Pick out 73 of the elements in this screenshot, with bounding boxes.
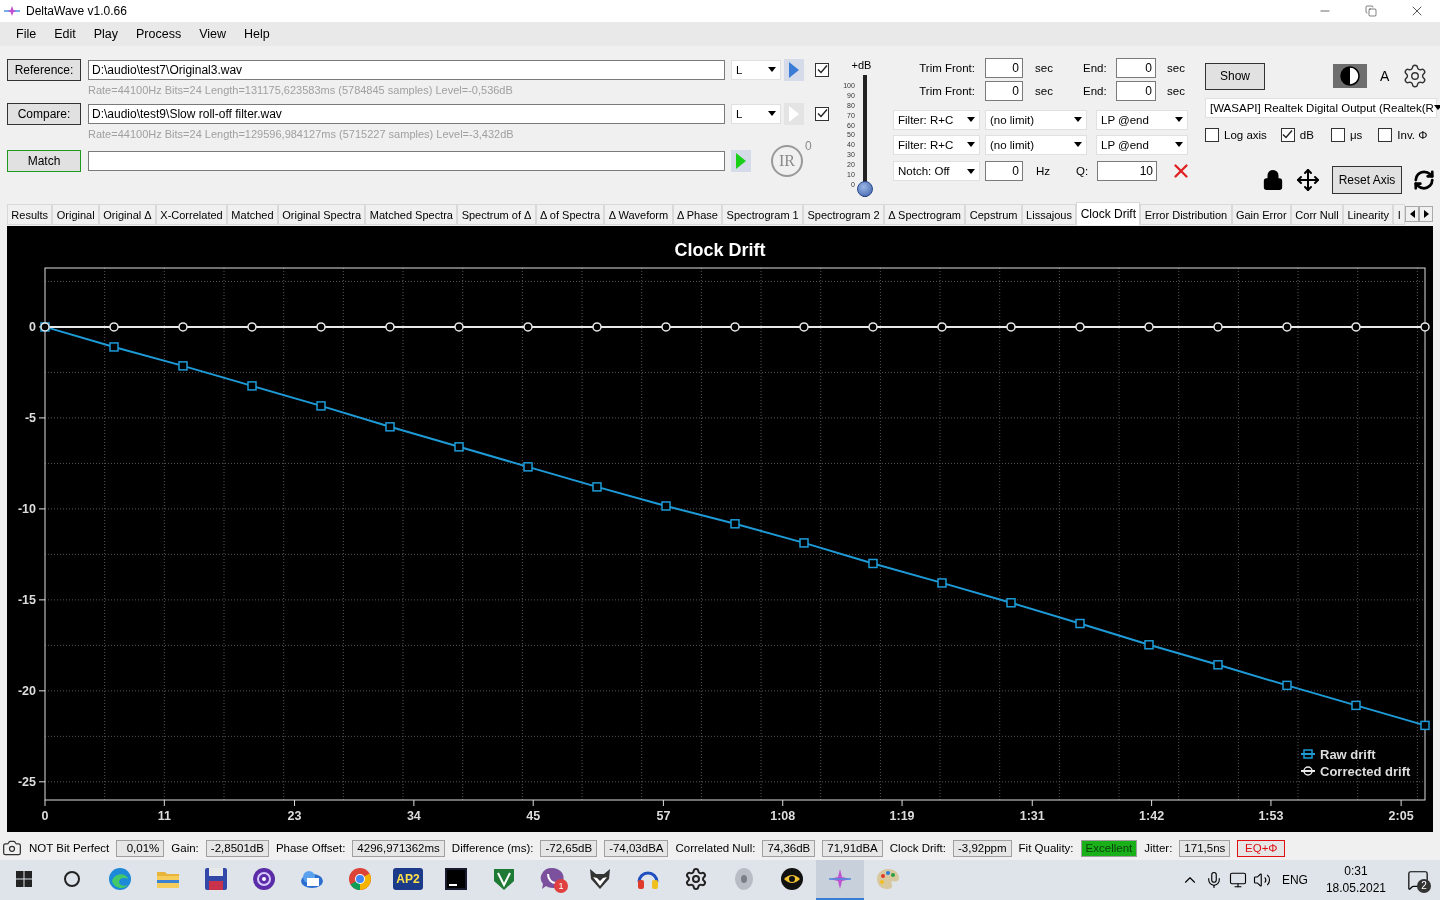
x-tick-label: 1:31: [1019, 809, 1045, 824]
y-tick-label: -15: [17, 592, 36, 607]
status-label: Clock Drift:: [889, 842, 946, 855]
ir-count: 0: [805, 138, 812, 153]
unit-label: sec: [1167, 61, 1186, 74]
y-tick-label: -10: [17, 502, 36, 516]
clock-date: 18.05.2021: [1325, 880, 1386, 897]
legend-label: Raw drift: [1320, 747, 1376, 763]
status-label: Fit Quality:: [1018, 842, 1074, 855]
x-tick-label: 23: [287, 809, 302, 824]
x-tick-label: 0: [41, 809, 49, 824]
select-value: (no limit): [990, 138, 1035, 151]
status-label: Gain:: [171, 842, 199, 855]
option-label: Inv. Φ: [1397, 128, 1428, 141]
status-value: 4296,971362ms: [352, 839, 445, 857]
x-tick-label: 1:19: [889, 809, 915, 824]
option-label: μs: [1349, 128, 1363, 141]
status-value: -72,65dB: [540, 839, 598, 857]
select-value: (no limit): [990, 113, 1035, 126]
unit-label: sec: [1035, 61, 1054, 74]
x-tick-label: 45: [526, 809, 541, 824]
field-label: Q:: [1076, 165, 1090, 178]
quality-indicator: Excellent: [1080, 839, 1138, 857]
status-value: -2,8501dB: [205, 839, 269, 857]
y-tick-label: -5: [24, 411, 36, 426]
status-value: -3,92ppm: [953, 839, 1012, 857]
option-label: dB: [1299, 128, 1314, 141]
status-label: Phase Offset:: [275, 842, 346, 855]
x-tick-label: 1:42: [1139, 809, 1165, 824]
select-value: LP @end: [1101, 113, 1149, 126]
status-value: -74,03dBA: [604, 839, 669, 857]
select-value: LP @end: [1101, 138, 1149, 151]
unit-label: sec: [1167, 84, 1186, 97]
slider-label: +dB: [851, 58, 872, 71]
option-label: Log axis: [1224, 128, 1267, 141]
legend-label: Corrected drift: [1320, 764, 1411, 780]
unit-label: sec: [1035, 84, 1054, 97]
y-tick-label: -20: [17, 683, 36, 698]
clock-time: 0:31: [1344, 863, 1368, 880]
file-info: Rate=44100Hz Bits=24 Length=131175,623583ms (5784845 samples) Level=-0,536dB: [88, 83, 514, 96]
field-label: End:: [1083, 84, 1108, 97]
y-tick-label: -25: [17, 774, 36, 789]
app-logo: AP2: [393, 868, 423, 890]
status-label: Jitter:: [1144, 842, 1173, 855]
status-value: 71,91dBA: [822, 839, 883, 857]
status-label: Correlated Null:: [675, 842, 756, 855]
x-tick-label: 2:05: [1388, 809, 1414, 824]
select-value: L: [736, 107, 743, 120]
select-value: Filter: R+C: [898, 138, 954, 151]
field-label: End:: [1083, 61, 1108, 74]
notification-count: 2: [1417, 879, 1431, 893]
status-value: 0,01%: [116, 839, 165, 857]
eq-indicator: EQ+Φ: [1237, 839, 1286, 857]
status-value: 171,5ns: [1179, 839, 1231, 857]
x-tick-label: 1:53: [1258, 809, 1284, 824]
select-value: Filter: R+C: [898, 113, 954, 126]
select-value: L: [736, 63, 743, 76]
field-label: Trim Front:: [918, 84, 975, 97]
x-tick-label: 1:08: [770, 809, 796, 824]
select-value: Notch: Off: [898, 165, 950, 178]
x-tick-label: 57: [656, 809, 671, 824]
status-label: Difference (ms):: [451, 842, 534, 855]
chart-title: Clock Drift: [674, 240, 766, 261]
unit-label: Hz: [1036, 165, 1052, 178]
x-tick-label: 11: [157, 809, 171, 824]
file-info: Rate=44100Hz Bits=24 Length=129596,984127ms (5715227 samples) Level=-3,432dB: [88, 127, 515, 140]
select-value: [WASAPI] Realtek Digital Output (Realtek(R: [1210, 101, 1434, 114]
status-value: 74,36dB: [762, 839, 816, 857]
x-tick-label: 34: [406, 809, 421, 824]
y-tick-label: 0: [29, 320, 36, 335]
status-label: NOT Bit Perfect: [29, 842, 110, 855]
window-title: DeltaWave v1.0.66: [26, 4, 128, 18]
field-label: Trim Front:: [918, 61, 975, 74]
